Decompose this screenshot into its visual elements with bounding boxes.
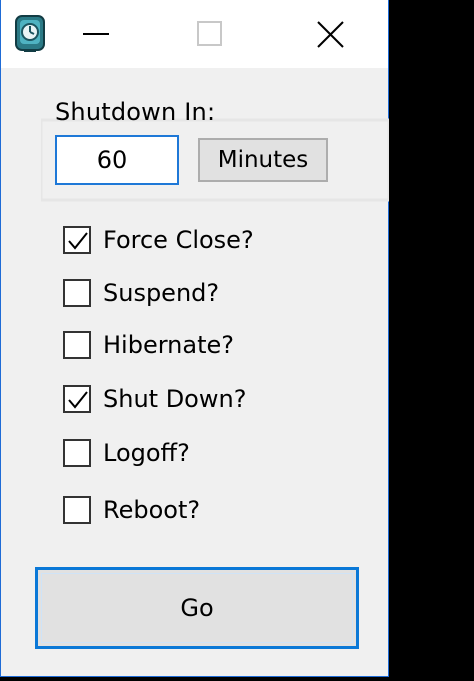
force-close-checkbox[interactable] [63,226,91,254]
shut-down-checkbox[interactable] [63,385,91,413]
option-force-close[interactable]: Force Close? [63,222,254,258]
option-logoff[interactable]: Logoff? [63,435,190,471]
checkmark-icon [68,391,88,409]
logoff-checkbox[interactable] [63,439,91,467]
shutdown-time-input[interactable] [55,135,179,185]
maximize-icon [197,21,222,46]
option-hibernate[interactable]: Hibernate? [63,327,234,363]
hibernate-label: Hibernate? [103,331,234,359]
minimize-icon [83,33,109,35]
time-unit-button[interactable]: Minutes [198,138,328,182]
shutdown-in-label: Shutdown In: [55,98,216,126]
shut-down-label: Shut Down? [103,385,247,413]
app-window: Shutdown In: Minutes Force Close? Suspen… [0,0,389,677]
logoff-label: Logoff? [103,439,190,467]
option-reboot[interactable]: Reboot? [63,492,200,528]
option-shut-down[interactable]: Shut Down? [63,381,246,417]
reboot-label: Reboot? [103,496,201,524]
option-suspend[interactable]: Suspend? [63,275,219,311]
suspend-checkbox[interactable] [63,279,91,307]
close-button[interactable] [290,0,370,68]
go-button-label: Go [180,594,214,622]
reboot-checkbox[interactable] [63,496,91,524]
title-bar [1,0,388,68]
maximize-button[interactable] [169,0,249,68]
power-timer-app-icon [13,14,47,54]
checkmark-icon [68,232,88,250]
hibernate-checkbox[interactable] [63,331,91,359]
suspend-label: Suspend? [103,279,220,307]
go-button[interactable]: Go [35,567,359,649]
minimize-button[interactable] [58,0,138,68]
force-close-label: Force Close? [103,226,254,254]
close-icon [317,21,344,48]
